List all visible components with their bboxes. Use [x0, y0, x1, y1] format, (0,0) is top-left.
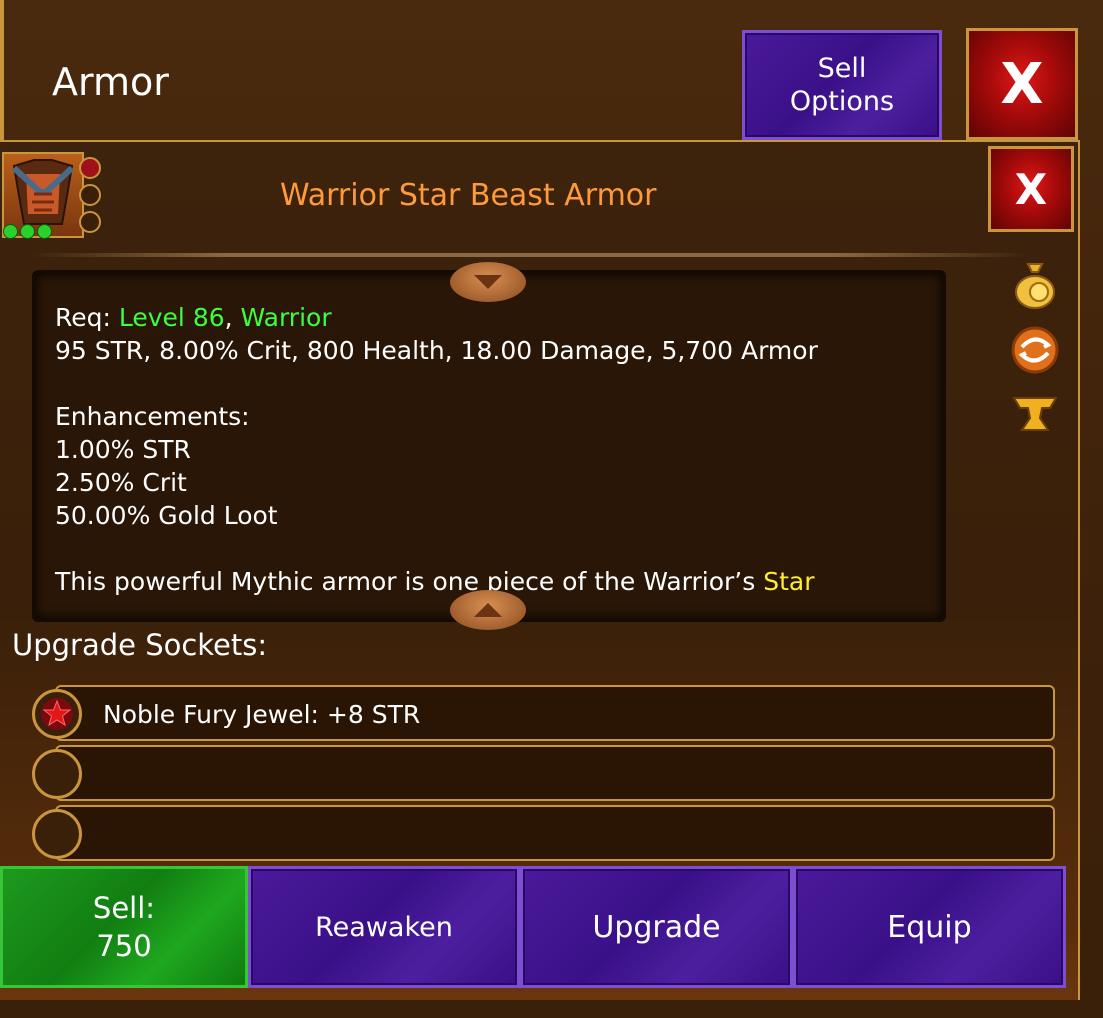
- socket-empty[interactable]: [32, 749, 82, 799]
- close-window-button[interactable]: X: [966, 28, 1078, 140]
- sell-gold-button[interactable]: [1010, 260, 1060, 310]
- chevron-down-icon: [474, 275, 502, 289]
- sell-button[interactable]: Sell: 750: [0, 866, 248, 988]
- upgrade-button[interactable]: Upgrade: [520, 866, 793, 988]
- anvil-icon: [1012, 397, 1058, 431]
- enhancement-item: 50.00% Gold Loot: [55, 501, 278, 530]
- upgrade-label: Upgrade: [592, 909, 721, 945]
- scroll-up-button[interactable]: [450, 262, 526, 302]
- socket-slot[interactable]: [55, 805, 1055, 861]
- icon-socket-empty: [79, 184, 101, 206]
- req-separator: ,: [224, 303, 241, 332]
- flavor-highlight: Star: [763, 567, 815, 596]
- reawaken-icon: [1011, 326, 1059, 374]
- reawaken-label: Reawaken: [315, 911, 453, 943]
- sell-label: Sell:: [92, 891, 156, 925]
- close-icon: X: [1000, 51, 1044, 117]
- upgrade-anvil-button[interactable]: [1010, 388, 1060, 438]
- window-title: Armor: [52, 60, 169, 104]
- req-level: Level 86: [118, 303, 225, 332]
- rarity-dot: [37, 224, 52, 239]
- rarity-dot: [20, 224, 35, 239]
- chevron-up-icon: [474, 603, 502, 617]
- icon-socket-empty: [79, 211, 101, 233]
- divider: [30, 253, 1030, 257]
- rarity-dot: [3, 224, 18, 239]
- icon-socket-filled: [79, 157, 101, 179]
- gold-bag-icon: [1015, 263, 1055, 309]
- socket-empty[interactable]: [32, 809, 82, 859]
- socket-slot[interactable]: [55, 745, 1055, 801]
- socket-text: Noble Fury Jewel: +8 STR: [103, 700, 421, 729]
- window-border: [0, 0, 4, 140]
- upgrade-sockets-label: Upgrade Sockets:: [12, 628, 268, 662]
- req-class: Warrior: [240, 303, 332, 332]
- close-item-button[interactable]: X: [988, 146, 1074, 232]
- close-icon: X: [1014, 164, 1048, 214]
- enhancement-item: 1.00% STR: [55, 435, 191, 464]
- item-description-box[interactable]: Req: Level 86, Warrior 95 STR, 8.00% Cri…: [32, 270, 946, 622]
- enhancement-item: 2.50% Crit: [55, 468, 187, 497]
- item-description: Req: Level 86, Warrior 95 STR, 8.00% Cri…: [55, 301, 818, 598]
- item-stats: 95 STR, 8.00% Crit, 800 Health, 18.00 Da…: [55, 336, 818, 365]
- socket-filled[interactable]: [32, 689, 82, 739]
- scroll-down-button[interactable]: [450, 590, 526, 630]
- reawaken-button[interactable]: Reawaken: [248, 866, 520, 988]
- enhancements-header: Enhancements:: [55, 402, 250, 431]
- sell-price: 750: [96, 929, 152, 963]
- action-bar: Sell: 750 Reawaken Upgrade Equip: [0, 866, 1066, 988]
- item-name: Warrior Star Beast Armor: [280, 178, 657, 213]
- reawaken-side-button[interactable]: [1010, 325, 1060, 375]
- star-jewel-icon: [41, 698, 73, 730]
- equip-button[interactable]: Equip: [793, 866, 1066, 988]
- sell-options-label: Sell Options: [789, 53, 895, 117]
- req-label: Req:: [55, 303, 119, 332]
- sell-options-button[interactable]: Sell Options: [742, 30, 942, 140]
- flavor-text: This powerful Mythic armor is one piece …: [55, 567, 764, 596]
- equip-label: Equip: [887, 909, 972, 945]
